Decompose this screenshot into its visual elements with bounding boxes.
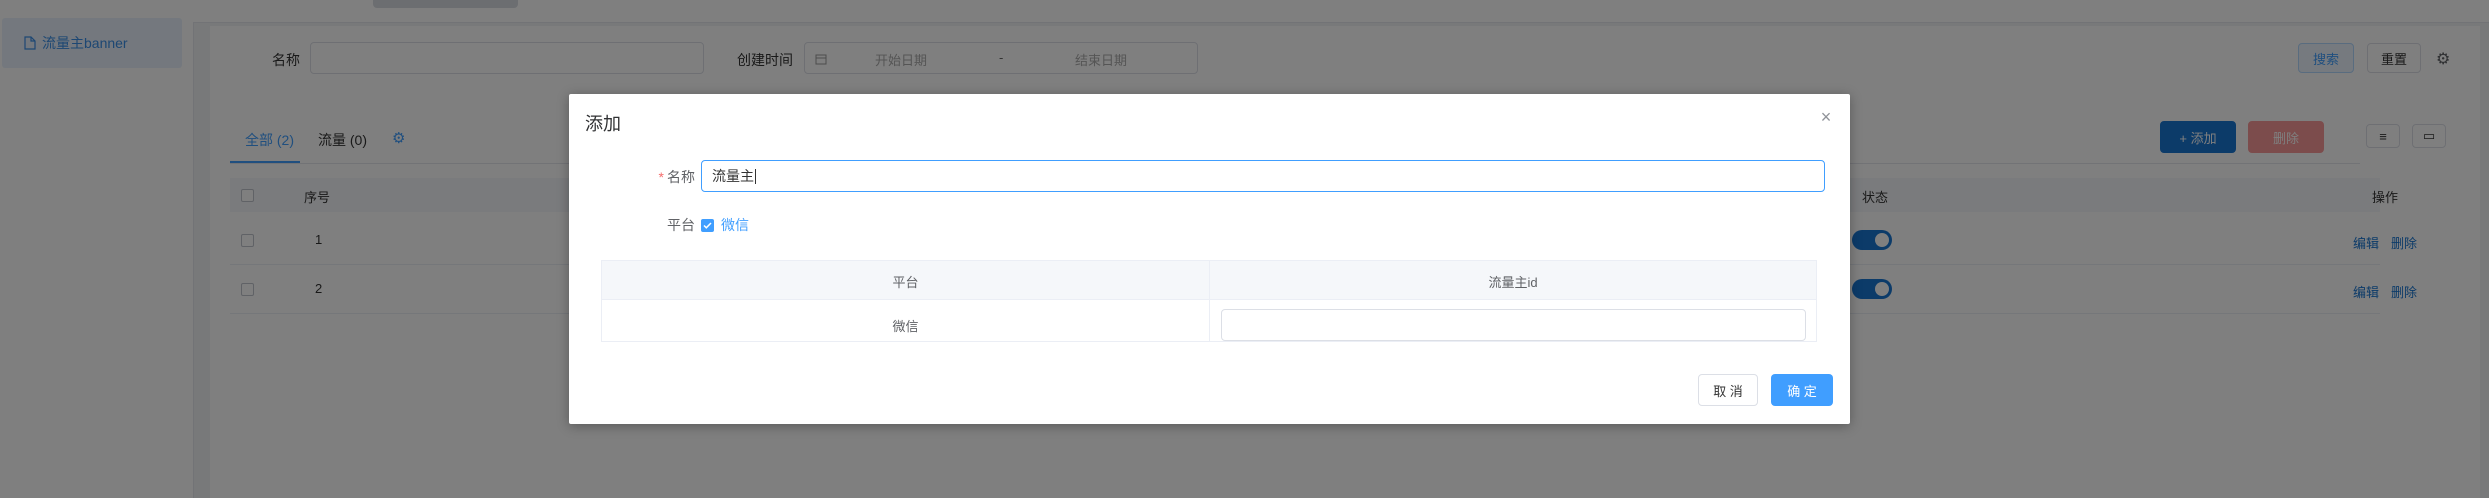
platform-table: 平台 流量主id 微信 <box>601 260 1817 342</box>
name-input-value: 流量主 <box>712 168 754 184</box>
close-icon[interactable]: × <box>1818 108 1834 126</box>
cancel-button[interactable]: 取 消 <box>1698 374 1758 406</box>
name-field-label: * 名称 <box>609 167 695 187</box>
platform-option-label: 微信 <box>721 217 749 233</box>
name-input[interactable]: 流量主 <box>701 160 1825 192</box>
cell-platform: 微信 <box>892 319 919 334</box>
confirm-button[interactable]: 确 定 <box>1771 374 1833 406</box>
dialog-title: 添加 <box>585 114 621 134</box>
traffic-id-input[interactable] <box>1221 309 1806 341</box>
add-dialog: 添加 × * 名称 流量主 平台 微信 平台 流量主id 微信 取 消 确 定 <box>569 94 1850 424</box>
checkmark-icon <box>701 218 714 232</box>
name-label-text: 名称 <box>667 169 695 185</box>
required-asterisk: * <box>658 169 664 185</box>
text-caret <box>755 168 756 184</box>
header-platform: 平台 <box>892 275 919 290</box>
platform-label: 平台 <box>667 217 695 233</box>
header-traffic-id: 流量主id <box>1488 275 1538 290</box>
platform-wechat-checkbox[interactable]: 微信 <box>701 215 749 235</box>
